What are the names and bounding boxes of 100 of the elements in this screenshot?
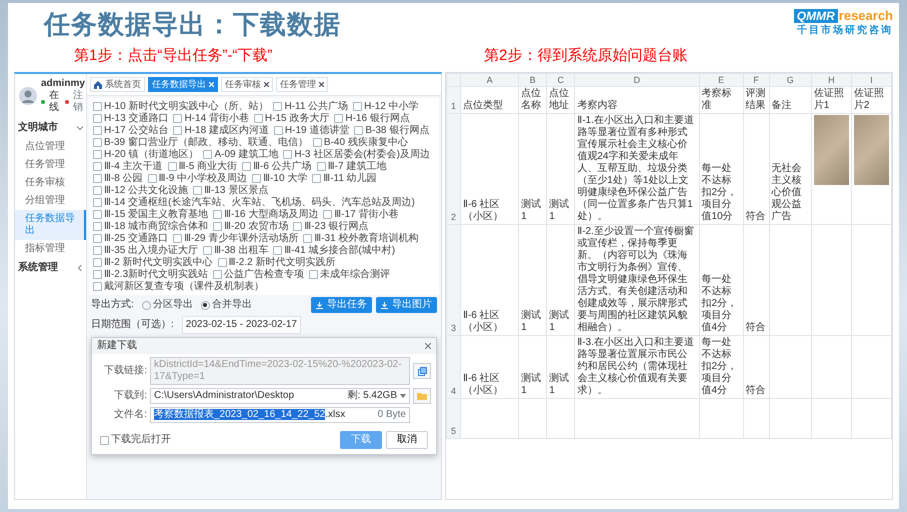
checkbox[interactable]: Ⅲ-29 青少年课外活动场所 (173, 233, 298, 244)
table-cell: 符合 (743, 114, 770, 225)
table-cell: 每一处不达标扣2分，项目分值4分 (699, 336, 744, 399)
checkbox[interactable]: Ⅲ-5 商业大街 (168, 161, 238, 172)
checkbox[interactable]: H-14 背街小巷 (173, 113, 249, 124)
row-number[interactable]: 2 (446, 114, 461, 225)
tab[interactable]: 系统首页 (90, 77, 145, 92)
checkbox[interactable]: Ⅲ-7 建筑工地 (316, 161, 386, 172)
checkbox[interactable]: Ⅲ-23 银行网点 (293, 221, 368, 232)
checkbox[interactable]: Ⅲ-10 大学 (252, 173, 308, 184)
cancel-button[interactable]: 取消 (386, 431, 428, 450)
tab[interactable]: 任务审核 (221, 77, 273, 92)
checkbox[interactable]: Ⅲ-11 幼儿园 (312, 173, 377, 184)
column-header[interactable]: A (460, 74, 519, 87)
row-number[interactable]: 4 (446, 336, 461, 399)
logout-link[interactable]: 注销 (72, 90, 85, 114)
checkbox[interactable]: H-16 银行网点 (334, 113, 410, 124)
input-field[interactable]: 考察数据报表_2023_02_16_14_22_52.xlsx 0 Byte (150, 407, 410, 424)
sidebar-item[interactable]: 指标管理 (15, 240, 86, 258)
column-header[interactable]: F (743, 74, 770, 87)
column-header[interactable]: C (546, 74, 575, 87)
close-icon (209, 82, 214, 88)
copy-button[interactable] (413, 363, 431, 380)
checkbox[interactable]: H-20 镇（街道地区） (93, 149, 198, 160)
checkbox[interactable]: A-09 建筑工地 (203, 149, 278, 160)
tab[interactable]: 任务管理 (276, 77, 328, 92)
input-field[interactable]: C:\Users\Administrator\Desktop 剩: 5.42GB (150, 388, 410, 404)
sidebar-item[interactable]: 分组管理 (15, 192, 86, 210)
checkbox[interactable]: H-10 新时代文明实践中心（所、站） (93, 101, 268, 112)
checkbox[interactable]: Ⅲ-20 农贸市场 (213, 221, 288, 232)
checkbox[interactable]: Ⅲ-2 新时代文明实践中心 (93, 257, 213, 268)
path-text: C:\Users\Administrator\Desktop (154, 390, 296, 402)
checkbox[interactable]: Ⅲ-38 出租车 (203, 245, 268, 256)
close-icon[interactable] (425, 343, 431, 350)
table-cell: 每一处不达标扣2分，项目分值4分 (699, 224, 744, 336)
avatar-icon (19, 87, 37, 106)
checkbox[interactable]: H-11 公共广场 (273, 101, 348, 112)
export-button[interactable]: 导出任务 (311, 297, 372, 314)
checkbox[interactable]: Ⅲ-2.2 新时代文明实践所 (218, 257, 336, 268)
checkbox[interactable]: 戴河新区复查专项（课件及机制表） (93, 281, 264, 292)
checkbox[interactable]: H-15 政务大厅 (254, 113, 330, 124)
radio-button[interactable]: 分区导出 (142, 299, 193, 312)
table-cell: 佐证照片1 (811, 86, 852, 114)
checkbox[interactable]: H-18 建成区内河道 (173, 125, 269, 136)
checkbox[interactable]: 未成年综合测评 (309, 269, 390, 280)
checkbox[interactable]: Ⅲ-31 校外教育培训机构 (303, 233, 418, 244)
tab[interactable]: 任务数据导出 (148, 77, 218, 92)
checkbox[interactable]: H-19 道德讲堂 (274, 125, 350, 136)
column-header[interactable]: E (699, 74, 744, 87)
checkbox[interactable]: B-38 银行网点 (354, 125, 430, 136)
export-button[interactable]: 导出图片 (376, 297, 437, 314)
table-cell: Ⅱ-6 社区（小区） (460, 114, 519, 225)
row-number[interactable]: 5 (446, 398, 461, 439)
checkbox[interactable]: Ⅲ-17 背街小巷 (323, 209, 398, 220)
photo-placeholder (854, 115, 889, 186)
checkbox[interactable]: 公益广告检查专项 (213, 269, 304, 280)
column-header[interactable]: D (574, 74, 700, 87)
sidebar-group[interactable]: 系统管理 (15, 258, 86, 278)
field-label: 文件名: (113, 409, 147, 422)
checkbox[interactable]: B-40 残疾康复中心 (312, 137, 408, 148)
checkbox[interactable]: Ⅲ-16 大型商场及周边 (213, 209, 318, 220)
column-header[interactable]: G (769, 74, 812, 87)
table-cell: 评测结果 (743, 86, 770, 114)
checkbox[interactable]: Ⅲ-12 公共文化设施 (93, 185, 188, 196)
checkbox[interactable]: H-13 交通路口 (93, 113, 168, 124)
checkbox[interactable]: Ⅲ-2.3新时代文明实践站 (93, 269, 208, 280)
radio-button[interactable]: 合并导出 (200, 299, 252, 312)
checkbox[interactable]: Ⅲ-25 交通路口 (93, 233, 168, 244)
sidebar-item[interactable]: 任务审核 (15, 174, 86, 192)
checkbox[interactable]: B-39 窗口营业厅（邮政、移动、联通、电信） (93, 137, 308, 148)
checkbox[interactable]: Ⅲ-6 公共广场 (242, 161, 312, 172)
checkbox[interactable]: H-12 中小学 (353, 101, 419, 112)
checkbox[interactable]: H-3 社区居委会(村委会)及周边 (283, 149, 430, 160)
checkbox[interactable]: Ⅲ-14 交通枢纽(长途汽车站、火车站、飞机场、码头、汽车总站及周边) (93, 197, 415, 208)
checkbox[interactable]: Ⅲ-13 景区景点 (193, 185, 268, 196)
column-header[interactable]: H (811, 74, 852, 87)
table-cell: 点位类型 (460, 86, 519, 114)
checkbox[interactable]: Ⅲ-41 城乡接合部(城中村) (273, 245, 396, 256)
checkbox[interactable]: Ⅲ-15 爱国主义教育基地 (93, 209, 208, 220)
checkbox[interactable]: H-17 公交站台 (93, 125, 168, 136)
row-number[interactable]: 1 (446, 86, 461, 114)
date-range-field[interactable]: 2023-02-15 - 2023-02-17 (182, 316, 301, 334)
checkbox[interactable]: Ⅲ-18 城市商贸综合体和 (93, 221, 208, 232)
checkbox[interactable]: 下载完后打开 (100, 434, 171, 446)
column-header[interactable]: I (851, 74, 892, 87)
status-text: 在线 (49, 90, 60, 114)
step-label: 第2步：得到系统原始问题台账 (484, 47, 688, 64)
status-dot-icon (64, 100, 69, 104)
checkbox[interactable]: Ⅲ-4 主次干道 (93, 161, 163, 172)
table-cell: 点位地址 (546, 86, 575, 114)
checkbox[interactable]: Ⅲ-9 中小学校及周边 (148, 173, 248, 184)
checkbox[interactable]: Ⅲ-8 公园 (93, 173, 143, 184)
sidebar-item[interactable]: 任务管理 (15, 156, 86, 174)
sidebar-item[interactable]: 点位管理 (15, 138, 86, 156)
row-number[interactable]: 3 (446, 224, 461, 336)
logo-word: research (838, 9, 893, 23)
column-header[interactable]: B (518, 74, 547, 87)
table-cell: 符合 (743, 224, 770, 336)
checkbox[interactable]: Ⅲ-35 出入境办证大厅 (93, 245, 198, 256)
sidebar-group[interactable]: 文明城市 (15, 118, 86, 138)
